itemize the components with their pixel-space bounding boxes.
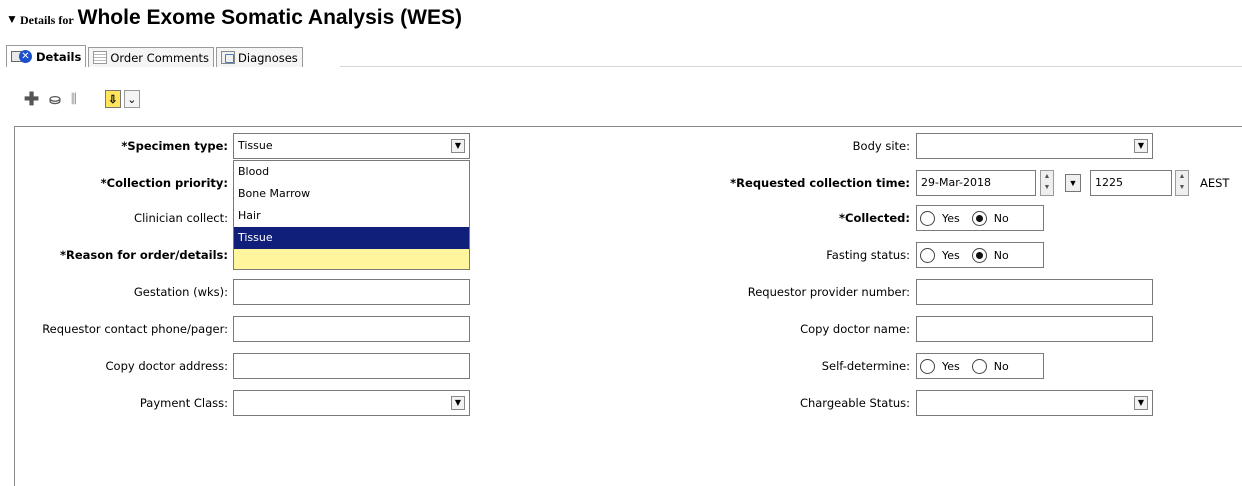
requestor-phone-field[interactable] [233,316,470,342]
requested-collection-time-label: *Requested collection time: [730,176,910,190]
tab-label: Diagnoses [238,50,298,65]
comments-icon [93,51,108,64]
copy-doctor-name-field[interactable] [916,316,1153,342]
requestor-phone-label: Requestor contact phone/pager: [42,322,228,336]
gestation-label: Gestation (wks): [133,285,228,299]
specimen-type-label: *Specimen type: [121,139,228,153]
dropdown-tail [234,249,469,269]
copy-doctor-name-label: Copy doctor name: [800,322,910,336]
timezone-label: AEST [1200,176,1230,190]
page-title: Whole Exome Somatic Analysis (WES) [77,6,462,29]
self-determine-no-label: No [993,359,1009,373]
collected-label: *Collected: [839,211,910,225]
specimen-type-select[interactable]: Tissue ▼ [233,133,470,159]
diagnoses-icon [221,51,236,64]
tab-bar: ✕ Details Order Comments Diagnoses [6,45,305,67]
fasting-status-radio-group: Yes No [916,242,1044,268]
tab-order-comments[interactable]: Order Comments [88,47,215,67]
fasting-yes-radio[interactable] [920,247,935,263]
dropdown-option-hair[interactable]: Hair [234,205,469,227]
self-determine-yes-label: Yes [942,359,960,373]
copy-doctor-address-label: Copy doctor address: [105,359,228,373]
fasting-status-label: Fasting status: [826,248,910,262]
self-determine-radio-group: Yes No [916,353,1044,379]
collapse-icon[interactable]: ▼ [6,12,18,26]
chart-icon[interactable]: ⫼ [71,90,77,108]
collected-yes-label: Yes [942,211,960,225]
fasting-no-radio[interactable] [971,247,987,263]
date-spinner[interactable]: ▲ ▼ [1040,170,1054,196]
body-site-label: Body site: [852,139,910,153]
collection-time-field[interactable]: 1225 [1090,170,1172,196]
toolbar: ✚ ⛀ ⫼ ⇩ ⌄ [24,87,143,111]
chevron-down-icon[interactable]: ▼ [451,396,465,410]
tab-label: Details [36,49,82,64]
chevron-down-icon[interactable]: ▼ [1134,139,1148,153]
collection-priority-label: *Collection priority: [100,176,228,190]
tab-diagnoses[interactable]: Diagnoses [216,47,303,67]
move-down-icon[interactable]: ⇩ [104,90,121,108]
expand-icon[interactable]: ⌄ [123,90,140,108]
self-determine-label: Self-determine: [821,359,910,373]
chargeable-status-select[interactable]: ▼ [916,390,1153,416]
self-determine-no-radio[interactable] [971,358,987,374]
tab-divider [340,66,1242,67]
gestation-field[interactable] [233,279,470,305]
reason-label: *Reason for order/details: [59,248,228,262]
chevron-down-icon[interactable]: ▼ [1134,396,1148,410]
time-spinner[interactable]: ▲ ▼ [1175,170,1189,196]
date-picker-button[interactable]: ▼ [1065,174,1081,192]
collection-date-field[interactable]: 29-Mar-2018 [916,170,1036,196]
page-header: ▼ Details for Whole Exome Somatic Analys… [6,6,462,36]
requestor-provider-number-label: Requestor provider number: [747,285,910,299]
copy-icon[interactable]: ⛀ [49,90,61,108]
fasting-no-label: No [993,248,1009,262]
clinician-collect-label: Clinician collect: [134,211,228,225]
requestor-provider-number-field[interactable] [916,279,1153,305]
tab-label: Order Comments [110,50,210,65]
specimen-type-value: Tissue [238,139,273,152]
specimen-type-dropdown: Blood Bone Marrow Hair Tissue [233,160,470,270]
add-icon[interactable]: ✚ [24,90,39,108]
header-prefix: Details for [20,13,74,27]
details-icon: ✕ [11,50,33,63]
self-determine-yes-radio[interactable] [920,358,935,374]
collected-radio-group: Yes No [916,205,1044,231]
tab-details[interactable]: ✕ Details [6,45,87,67]
payment-class-select[interactable]: ▼ [233,390,470,416]
collected-no-label: No [993,211,1009,225]
fasting-yes-label: Yes [942,248,960,262]
body-site-select[interactable]: ▼ [916,133,1153,159]
collected-yes-radio[interactable] [920,210,935,226]
dropdown-option-bone-marrow[interactable]: Bone Marrow [234,183,469,205]
chevron-down-icon[interactable]: ▼ [451,139,465,153]
dropdown-option-tissue[interactable]: Tissue [234,227,469,249]
chargeable-status-label: Chargeable Status: [799,396,910,410]
dropdown-option-blood[interactable]: Blood [234,161,469,183]
collected-no-radio[interactable] [971,210,987,226]
payment-class-label: Payment Class: [139,396,228,410]
copy-doctor-address-field[interactable] [233,353,470,379]
